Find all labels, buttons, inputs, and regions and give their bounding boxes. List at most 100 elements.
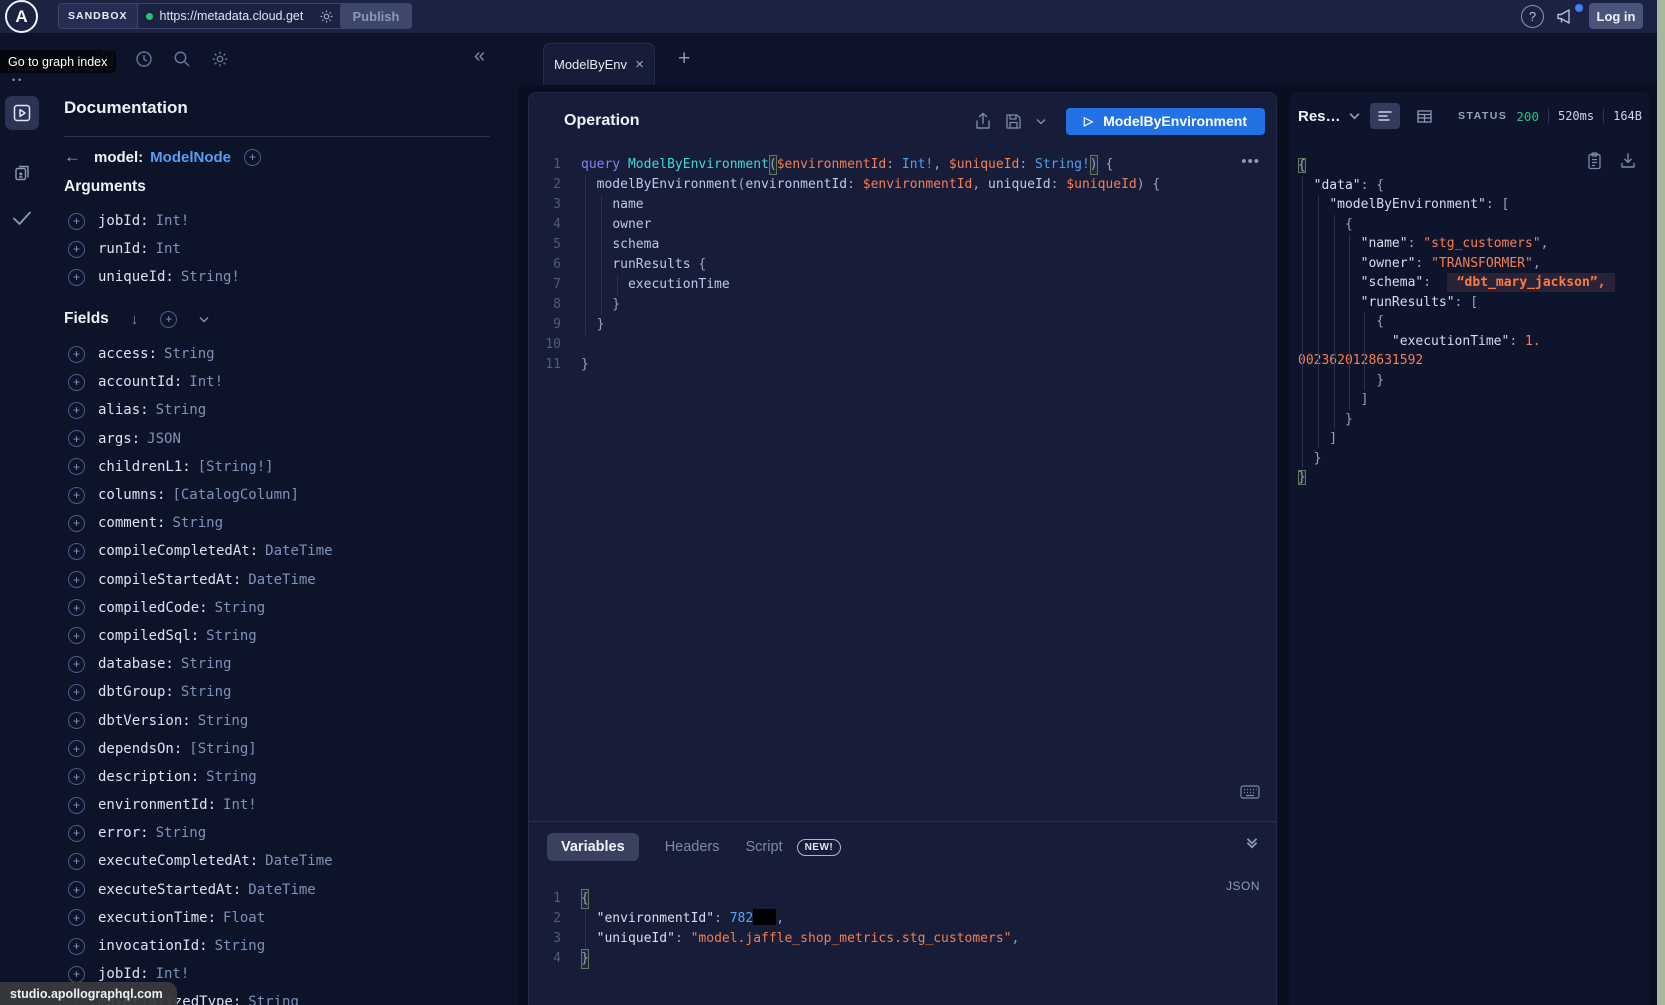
add-to-query-icon[interactable]: + [68,797,85,814]
doc-field-row[interactable]: + dependsOn: [String] [64,735,504,763]
tab-variables[interactable]: Variables [547,833,639,861]
apollo-logo[interactable]: A [5,0,38,33]
field-type[interactable]: String! [181,269,240,285]
response-json-body[interactable]: { "data": { "modelByEnvironment": [ { "n… [1298,156,1615,488]
field-type[interactable]: String [156,402,207,418]
add-to-query-icon[interactable]: + [68,458,85,475]
run-operation-button[interactable]: ▷ ModelByEnvironment [1066,108,1265,135]
field-name[interactable]: compileCompletedAt: [98,543,258,559]
add-to-query-icon[interactable]: + [68,402,85,419]
history-icon[interactable] [135,50,153,68]
field-type[interactable]: Float [223,910,265,926]
add-to-query-icon[interactable]: + [68,374,85,391]
add-to-query-icon[interactable]: + [68,740,85,757]
doc-field-row[interactable]: +runId:Int [64,235,504,263]
field-type[interactable]: String [156,825,207,841]
add-to-query-icon[interactable]: + [68,825,85,842]
add-to-query-icon[interactable]: + [68,543,85,560]
add-to-query-icon[interactable]: + [68,241,85,258]
add-to-query-icon[interactable]: + [68,684,85,701]
field-name[interactable]: dbtVersion: [98,713,191,729]
field-name[interactable]: uniqueId: [98,269,174,285]
field-name[interactable]: executeCompletedAt: [98,853,258,869]
field-name[interactable]: compiledCode: [98,600,208,616]
breadcrumb-type-link[interactable]: ModelNode [150,149,231,166]
field-name[interactable]: childrenL1: [98,459,191,475]
doc-field-row[interactable]: +access:String [64,340,504,368]
settings-gear-icon[interactable] [211,50,229,68]
doc-field-row[interactable]: +columns:[CatalogColumn] [64,481,504,509]
endpoint-url-input[interactable]: https://metadata.cloud.get [138,4,350,28]
doc-field-row[interactable]: +compiledCode:String [64,594,504,622]
add-to-query-icon[interactable]: + [68,213,85,230]
field-type[interactable]: String [215,938,266,954]
doc-field-row[interactable]: + compiledSql: String [64,622,504,650]
field-name[interactable]: accountId: [98,374,182,390]
collapse-variables-icon[interactable] [1246,837,1258,849]
field-type[interactable]: DateTime [265,853,332,869]
field-name[interactable]: compileStartedAt: [98,572,241,588]
field-type[interactable]: [String!] [198,459,274,475]
response-table-view-button[interactable] [1410,103,1440,129]
add-field-icon[interactable]: + [244,149,261,166]
field-type[interactable]: JSON [147,431,181,447]
field-name[interactable]: database: [98,656,174,672]
field-type[interactable]: [String] [189,741,256,757]
share-operation-icon[interactable] [975,112,991,130]
sort-fields-icon[interactable]: ↓ [131,311,139,328]
tab-script[interactable]: Script [746,839,783,855]
field-type[interactable]: DateTime [248,882,315,898]
back-arrow-icon[interactable]: ← [64,147,81,167]
field-type[interactable]: String [206,628,257,644]
doc-field-row[interactable]: + jobId: Int! [64,207,504,235]
field-name[interactable]: jobId: [98,966,149,982]
field-type[interactable]: Int [156,241,181,257]
doc-field-row[interactable]: +comment:String [64,509,504,537]
search-icon[interactable] [173,50,191,68]
doc-field-row[interactable]: + uniqueId: String! [64,263,504,291]
tab-close-icon[interactable]: × [635,57,644,72]
field-name[interactable]: jobId: [98,213,149,229]
field-type[interactable]: String [181,656,232,672]
field-name[interactable]: compiledSql: [98,628,199,644]
publish-button[interactable]: Publish [340,3,412,29]
field-name[interactable]: dbtGroup: [98,684,174,700]
field-type[interactable]: Int! [156,213,190,229]
add-to-query-icon[interactable]: + [68,515,85,532]
add-to-query-icon[interactable]: + [68,571,85,588]
help-icon[interactable]: ? [1521,5,1544,28]
add-to-query-icon[interactable]: + [68,712,85,729]
add-to-query-icon[interactable]: + [68,627,85,644]
sidebar-item-schema[interactable] [5,155,39,189]
field-type[interactable]: DateTime [248,572,315,588]
add-to-query-icon[interactable]: + [68,269,85,286]
field-name[interactable]: description: [98,769,199,785]
fields-chevron-down-icon[interactable] [199,316,209,323]
field-name[interactable]: alias: [98,402,149,418]
doc-field-row[interactable]: +executeStartedAt:DateTime [64,876,504,904]
field-name[interactable]: comment: [98,515,165,531]
field-type[interactable]: String [198,713,249,729]
doc-field-row[interactable]: +database:String [64,650,504,678]
tab-modelbyenvironment[interactable]: ModelByEnvi… × [543,43,655,85]
field-type[interactable]: String [206,769,257,785]
doc-field-row[interactable]: +args:JSON [64,425,504,453]
doc-field-row[interactable]: +executionTime:Float [64,904,504,932]
field-name[interactable]: dependsOn: [98,741,182,757]
collapse-docs-panel-icon[interactable]: « [474,45,483,68]
doc-field-row[interactable]: + dbtGroup: String [64,678,504,706]
announcements-icon[interactable] [1555,6,1577,26]
doc-field-row[interactable]: +invocationId:String [64,932,504,960]
connection-settings-gear-icon[interactable] [319,9,334,24]
field-type[interactable]: String [181,684,232,700]
field-name[interactable]: args: [98,431,140,447]
tab-headers[interactable]: Headers [665,839,720,855]
field-type[interactable]: DateTime [265,543,332,559]
doc-field-row[interactable]: + dbtVersion: String [64,706,504,734]
sidebar-item-checks[interactable] [5,201,39,235]
response-json-view-button[interactable] [1370,103,1400,129]
field-type[interactable]: Int! [189,374,223,390]
add-to-query-icon[interactable]: + [68,938,85,955]
add-to-query-icon[interactable]: + [68,909,85,926]
field-type[interactable]: String [248,994,299,1005]
